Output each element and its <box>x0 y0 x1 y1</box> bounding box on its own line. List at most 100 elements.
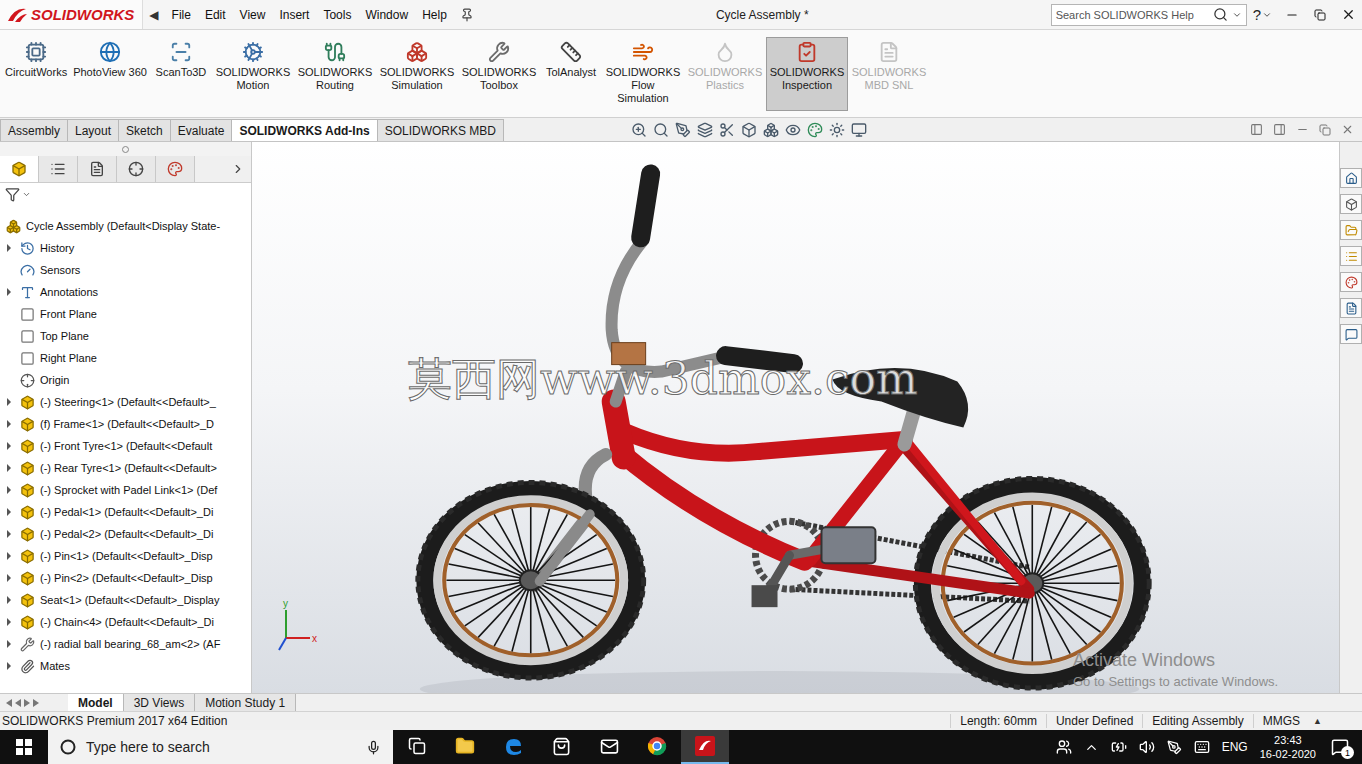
view-orientation-icon[interactable] <box>741 122 757 138</box>
tree-item[interactable]: (-) Chain<4> (Default<<Default>_Di <box>0 611 251 633</box>
tree-item[interactable]: (f) Frame<1> (Default<<Default>_D <box>0 413 251 435</box>
tab-scroll[interactable] <box>0 694 68 711</box>
tree-item[interactable]: (-) Steering<1> (Default<<Default>_ <box>0 391 251 413</box>
manager-tab[interactable] <box>78 156 117 182</box>
close-button[interactable] <box>1334 0 1362 30</box>
bottom-tab[interactable]: 3D Views <box>124 694 195 711</box>
expand-arrow[interactable] <box>4 441 14 451</box>
tree-item[interactable]: Seat<1> (Default<<Default>_Display <box>0 589 251 611</box>
expand-arrow[interactable] <box>4 595 14 605</box>
task-pane-button[interactable] <box>1340 298 1362 318</box>
ribbon-button[interactable]: SOLIDWORKS MBD SNL <box>848 37 930 111</box>
mic-icon[interactable] <box>366 740 381 755</box>
tree-item[interactable]: (-) Sprocket with Padel Link<1> (Def <box>0 479 251 501</box>
pin-icon[interactable] <box>460 8 474 22</box>
taskbar-app[interactable] <box>633 730 681 764</box>
steering[interactable] <box>612 174 794 402</box>
volume-icon[interactable] <box>1139 739 1155 755</box>
section-view-icon[interactable] <box>697 122 713 138</box>
tree-item[interactable]: (-) radial ball bearing_68_am<2> (AF <box>0 633 251 655</box>
command-tab[interactable]: Layout <box>67 119 119 141</box>
tree-item[interactable]: Sensors <box>0 259 251 281</box>
app-logo[interactable]: SOLIDWORKS <box>0 0 143 29</box>
bottom-tab[interactable]: Model <box>68 694 124 711</box>
menu-item[interactable]: Window <box>358 8 415 22</box>
menu-collapse[interactable]: ◀ <box>143 8 164 22</box>
tree-item[interactable]: (-) Pedal<1> (Default<<Default>_Di <box>0 501 251 523</box>
task-pane-button[interactable] <box>1340 324 1362 344</box>
tree-item[interactable]: Annotations <box>0 281 251 303</box>
more-tabs-icon[interactable] <box>231 162 245 176</box>
menu-item[interactable]: View <box>233 8 273 22</box>
menu-item[interactable]: Edit <box>198 8 233 22</box>
show-hidden-icon[interactable] <box>1084 740 1099 755</box>
ribbon-button[interactable]: TolAnalyst <box>540 37 602 111</box>
taskbar-app[interactable] <box>537 730 585 764</box>
action-center[interactable]: 1 <box>1328 735 1352 759</box>
front-tyre[interactable] <box>418 482 644 678</box>
help-search[interactable]: Search SOLIDWORKS Help <box>1051 4 1247 26</box>
start-button[interactable] <box>0 730 48 764</box>
ribbon-button[interactable]: SOLIDWORKS Inspection <box>766 37 848 111</box>
expand-arrow[interactable] <box>4 485 14 495</box>
pen-icon[interactable] <box>1167 740 1182 755</box>
expand-arrow[interactable] <box>4 551 14 561</box>
taskbar-search[interactable]: Type here to search <box>48 730 393 764</box>
tree-item[interactable]: Front Plane <box>0 303 251 325</box>
previous-view-icon[interactable] <box>675 122 691 138</box>
ribbon-button[interactable]: ScanTo3D <box>150 37 212 111</box>
ribbon-button[interactable]: SOLIDWORKS Routing <box>294 37 376 111</box>
tree-root[interactable]: Cycle Assembly (Default<Display State- <box>0 215 251 237</box>
command-tab[interactable]: Evaluate <box>170 119 233 141</box>
panel-right-icon[interactable] <box>1273 123 1286 136</box>
zoom-area-icon[interactable] <box>653 122 669 138</box>
taskbar-app[interactable] <box>489 730 537 764</box>
ribbon-button[interactable]: PhotoView 360 <box>70 37 150 111</box>
tree-item[interactable]: Top Plane <box>0 325 251 347</box>
task-pane-button[interactable] <box>1340 272 1362 292</box>
expand-arrow[interactable] <box>4 617 14 627</box>
tree-item[interactable]: (-) Front Tyre<1> (Default<<Default <box>0 435 251 457</box>
tree-item[interactable]: Right Plane <box>0 347 251 369</box>
command-tab[interactable]: Assembly <box>0 119 68 141</box>
expand-arrow[interactable] <box>4 661 14 671</box>
ribbon-button[interactable]: SOLIDWORKS Toolbox <box>458 37 540 111</box>
view-settings-icon[interactable] <box>851 122 867 138</box>
command-tab[interactable]: SOLIDWORKS Add-Ins <box>231 119 377 141</box>
expand-arrow[interactable] <box>4 287 14 297</box>
seat[interactable] <box>832 368 968 427</box>
keyboard-icon[interactable] <box>1194 739 1210 755</box>
display-style-icon[interactable] <box>763 122 779 138</box>
expand-arrow[interactable] <box>4 419 14 429</box>
panel-handle[interactable] <box>0 142 251 156</box>
menu-item[interactable]: Insert <box>272 8 316 22</box>
manager-tab[interactable] <box>156 156 195 182</box>
task-view[interactable] <box>393 730 441 764</box>
tree-item[interactable]: (-) Pin<1> (Default<<Default>_Disp <box>0 545 251 567</box>
task-pane-button[interactable] <box>1340 168 1362 188</box>
ribbon-button[interactable]: SOLIDWORKS Flow Simulation <box>602 37 684 111</box>
restore-button[interactable] <box>1306 0 1334 30</box>
units-menu[interactable]: ▲ <box>1309 716 1362 726</box>
scene-icon[interactable] <box>829 122 845 138</box>
expand-arrow[interactable] <box>4 397 14 407</box>
tree-item[interactable]: History <box>0 237 251 259</box>
expand-arrow[interactable] <box>4 243 14 253</box>
expand-arrow[interactable] <box>4 573 14 583</box>
restore-view-icon[interactable] <box>1319 124 1331 136</box>
expand-arrow[interactable] <box>4 507 14 517</box>
ribbon-button[interactable]: CircuitWorks <box>2 37 70 111</box>
bicycle-model[interactable] <box>252 142 1339 693</box>
manager-tab[interactable] <box>39 156 78 182</box>
tree-item[interactable]: (-) Pin<2> (Default<<Default>_Disp <box>0 567 251 589</box>
people-icon[interactable] <box>1056 739 1072 755</box>
taskbar-app[interactable] <box>585 730 633 764</box>
hide-show-icon[interactable] <box>785 122 801 138</box>
ribbon-button[interactable]: SOLIDWORKS Simulation <box>376 37 458 111</box>
tree-item[interactable]: Mates <box>0 655 251 677</box>
minimize-view-icon[interactable] <box>1296 123 1309 136</box>
close-view-icon[interactable] <box>1341 123 1354 136</box>
graphics-area[interactable]: 莫西网www.3dmox.comyxActivate WindowsGo to … <box>252 142 1339 693</box>
frame[interactable] <box>614 402 1030 594</box>
cut-icon[interactable] <box>719 122 735 138</box>
